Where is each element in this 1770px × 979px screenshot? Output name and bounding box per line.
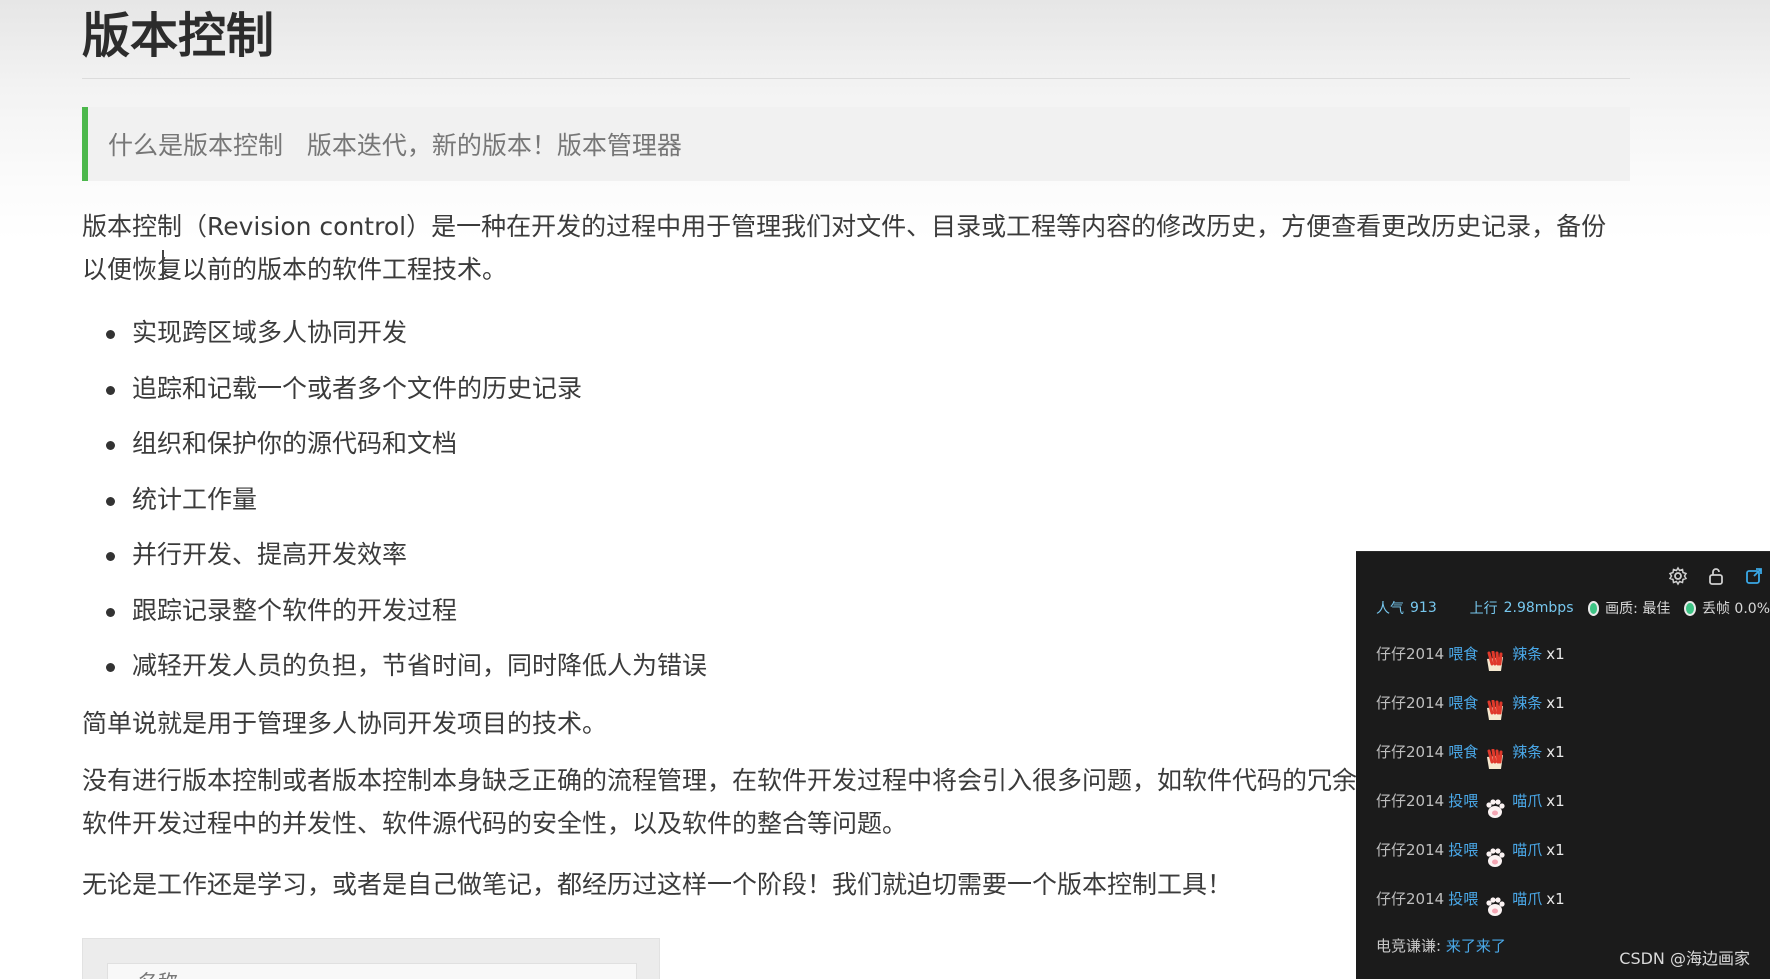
gift-item: 喵爪 <box>1512 890 1543 908</box>
bullet-icon <box>106 330 115 339</box>
bullet-icon <box>106 663 115 672</box>
latiao-gift-icon <box>1484 644 1506 671</box>
gift-action: 投喂 <box>1448 890 1479 908</box>
latiao-gift-icon <box>1484 742 1506 769</box>
panel-toolbar <box>1666 564 1770 588</box>
upload-value: 2.98mbps <box>1503 600 1574 616</box>
image-caption: 名称 <box>138 966 178 979</box>
quote-text: 什么是版本控制 版本迭代，新的版本！版本管理器 <box>108 131 682 160</box>
upload-label: 上行 <box>1469 601 1498 617</box>
gift-count: x1 <box>1546 890 1565 908</box>
list-item: 统计工作量 <box>106 472 1630 528</box>
gift-row: 仔仔2014 投喂 喵爪 x1 <box>1376 875 1565 924</box>
list-item-text: 减轻开发人员的负担，节省时间，同时降低人为错误 <box>132 651 708 680</box>
list-item-text: 统计工作量 <box>132 484 258 514</box>
list-item-text: 组织和保护你的源代码和文档 <box>132 429 458 458</box>
drop-status-icon <box>1684 600 1696 616</box>
gift-action: 喂食 <box>1448 645 1479 663</box>
intro-paragraph: 版本控制（Revision control）是一种在开发的过程中用于管理我们对文… <box>82 212 1607 284</box>
gift-row: 仔仔2014 喂食 辣条 x1 <box>1376 630 1565 679</box>
gift-item: 辣条 <box>1512 743 1543 761</box>
drop-label: 丢帧 0.0% <box>1701 601 1770 617</box>
bullet-icon <box>106 385 115 395</box>
cat-paw-gift-icon <box>1484 840 1506 867</box>
gift-action: 投喂 <box>1448 792 1479 810</box>
gift-item: 喵爪 <box>1512 841 1543 859</box>
gift-action: 喂食 <box>1448 743 1479 761</box>
article-image: 名称 <box>82 938 660 979</box>
list-item-text: 跟踪记录整个软件的开发过程 <box>132 595 458 625</box>
gift-user: 仔仔2014 <box>1376 743 1445 761</box>
text-cursor <box>162 250 164 280</box>
gift-count: x1 <box>1546 792 1565 810</box>
gift-user: 仔仔2014 <box>1376 841 1445 859</box>
list-item-text: 实现跨区域多人协同开发 <box>132 318 408 347</box>
page-title: 版本控制 <box>82 2 1630 79</box>
gear-icon[interactable] <box>1666 564 1690 588</box>
gift-item: 辣条 <box>1512 645 1543 663</box>
gift-count: x1 <box>1546 841 1565 859</box>
quality-status-icon <box>1587 600 1600 616</box>
live-stream-panel: 人气 913 上行 2.98mbps 画质: 最佳 丢帧 0.0% 仔仔2014… <box>1356 551 1770 979</box>
latiao-gift-icon <box>1484 693 1506 720</box>
gift-row: 仔仔2014 投喂 喵爪 x1 <box>1376 826 1565 875</box>
quote-block: 什么是版本控制 版本迭代，新的版本！版本管理器 <box>82 107 1630 181</box>
list-item: 组织和保护你的源代码和文档 <box>106 416 1630 472</box>
list-item: 实现跨区域多人协同开发 <box>106 305 1630 361</box>
gift-action: 投喂 <box>1448 841 1479 859</box>
list-item-text: 追踪和记载一个或者多个文件的历史记录 <box>132 373 583 403</box>
gift-user: 仔仔2014 <box>1376 890 1445 908</box>
gift-user: 仔仔2014 <box>1376 694 1445 712</box>
list-item-text: 并行开发、提高开发效率 <box>132 540 408 569</box>
popularity-label: 人气 <box>1376 601 1404 617</box>
gift-count: x1 <box>1546 743 1565 761</box>
gift-row: 仔仔2014 喂食 辣条 x1 <box>1376 728 1565 777</box>
gift-count: x1 <box>1546 645 1565 663</box>
gift-list: 仔仔2014 喂食 辣条 x1 仔仔2014 喂食 辣条 x1 仔仔2014 喂… <box>1376 630 1565 924</box>
popularity-value: 913 <box>1410 600 1437 616</box>
chat-user: 电竞谦谦: <box>1376 937 1442 955</box>
gift-row: 仔仔2014 投喂 喵爪 x1 <box>1376 777 1565 826</box>
stream-stats: 人气 913 上行 2.98mbps 画质: 最佳 丢帧 0.0% <box>1376 596 1770 620</box>
chat-text: 来了来了 <box>1445 937 1506 955</box>
gift-row: 仔仔2014 喂食 辣条 x1 <box>1376 679 1565 728</box>
gift-user: 仔仔2014 <box>1376 792 1445 810</box>
cat-paw-gift-icon <box>1484 889 1506 916</box>
gift-count: x1 <box>1546 694 1565 712</box>
popout-icon[interactable] <box>1742 564 1766 588</box>
gift-action: 喂食 <box>1448 694 1479 712</box>
quality-label: 画质: 最佳 <box>1605 601 1671 617</box>
bullet-icon <box>106 496 115 506</box>
lock-icon[interactable] <box>1704 564 1728 588</box>
gift-item: 喵爪 <box>1512 792 1543 810</box>
gift-item: 辣条 <box>1512 694 1543 712</box>
bullet-icon <box>106 552 115 561</box>
cat-paw-gift-icon <box>1484 791 1506 818</box>
image-inner-panel: 名称 <box>107 963 637 979</box>
list-item: 追踪和记载一个或者多个文件的历史记录 <box>106 361 1630 417</box>
chat-message: 电竞谦谦: 来了来了 <box>1376 935 1506 956</box>
bullet-icon <box>106 607 115 617</box>
gift-user: 仔仔2014 <box>1376 645 1445 663</box>
bullet-icon <box>106 441 115 450</box>
csdn-watermark: CSDN @海边画家 <box>1619 949 1750 968</box>
